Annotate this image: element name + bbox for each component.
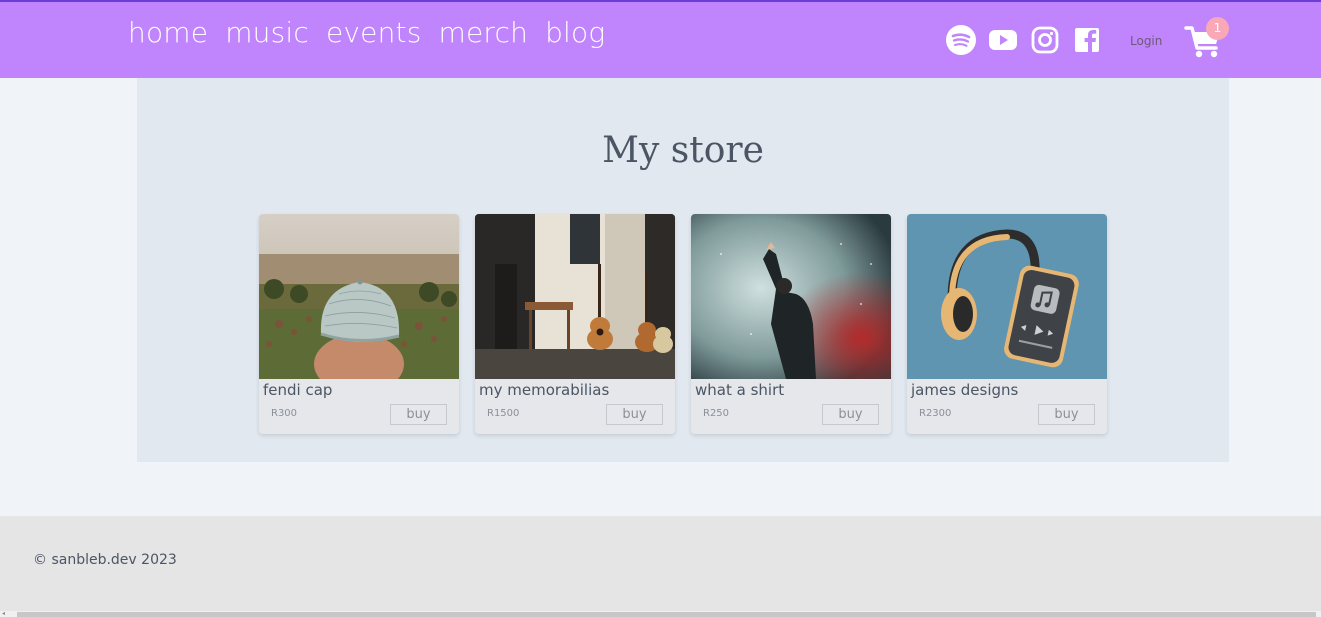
product-price: R300 [271,408,298,419]
product-image-concert [691,214,891,379]
spotify-icon [946,25,976,55]
facebook-icon [1075,28,1099,52]
nav-link-merch[interactable]: merch [439,16,529,50]
product-image-headphones [907,214,1107,379]
nav-link-home[interactable]: home [128,16,208,50]
buy-button[interactable]: buy [390,404,447,425]
product-price: R250 [703,408,730,419]
nav-links: home music events merch blog [128,16,605,50]
copyright-text: © sanbleb.dev 2023 [33,552,177,568]
product-name: my memorabilias [479,381,610,399]
scrollbar-thumb[interactable] [17,612,1316,617]
spotify-link[interactable] [945,24,977,56]
store-section: My store fendi cap R300 buy my memorabil… [137,78,1229,462]
navbar: home music events merch blog Login 1 [0,2,1321,78]
product-card: james designs R2300 buy [907,214,1107,434]
nav-link-events[interactable]: events [326,16,422,50]
facebook-link[interactable] [1072,24,1104,56]
footer: © sanbleb.dev 2023 [0,516,1321,611]
product-card: fendi cap R300 buy [259,214,459,434]
youtube-icon [989,30,1017,50]
product-price: R1500 [487,408,520,419]
buy-button[interactable]: buy [606,404,663,425]
product-image-guitars [475,214,675,379]
nav-link-blog[interactable]: blog [545,16,605,50]
product-name: fendi cap [263,381,333,399]
nav-link-music[interactable]: music [225,16,309,50]
instagram-link[interactable] [1029,24,1061,56]
horizontal-scrollbar[interactable]: ◂ [0,611,1321,617]
cart-count-badge: 1 [1206,17,1229,40]
product-price: R2300 [919,408,952,419]
page-title: My store [602,130,764,171]
login-link[interactable]: Login [1130,34,1162,48]
buy-button[interactable]: buy [822,404,879,425]
buy-button[interactable]: buy [1038,404,1095,425]
scroll-left-arrow-icon[interactable]: ◂ [2,611,5,617]
instagram-icon [1031,26,1059,54]
product-card: what a shirt R250 buy [691,214,891,434]
product-image-cap [259,214,459,379]
product-list: fendi cap R300 buy my memorabilias R1500… [259,214,1107,434]
product-name: what a shirt [695,381,785,399]
product-name: james designs [911,381,1019,399]
youtube-link[interactable] [987,24,1019,56]
product-card: my memorabilias R1500 buy [475,214,675,434]
